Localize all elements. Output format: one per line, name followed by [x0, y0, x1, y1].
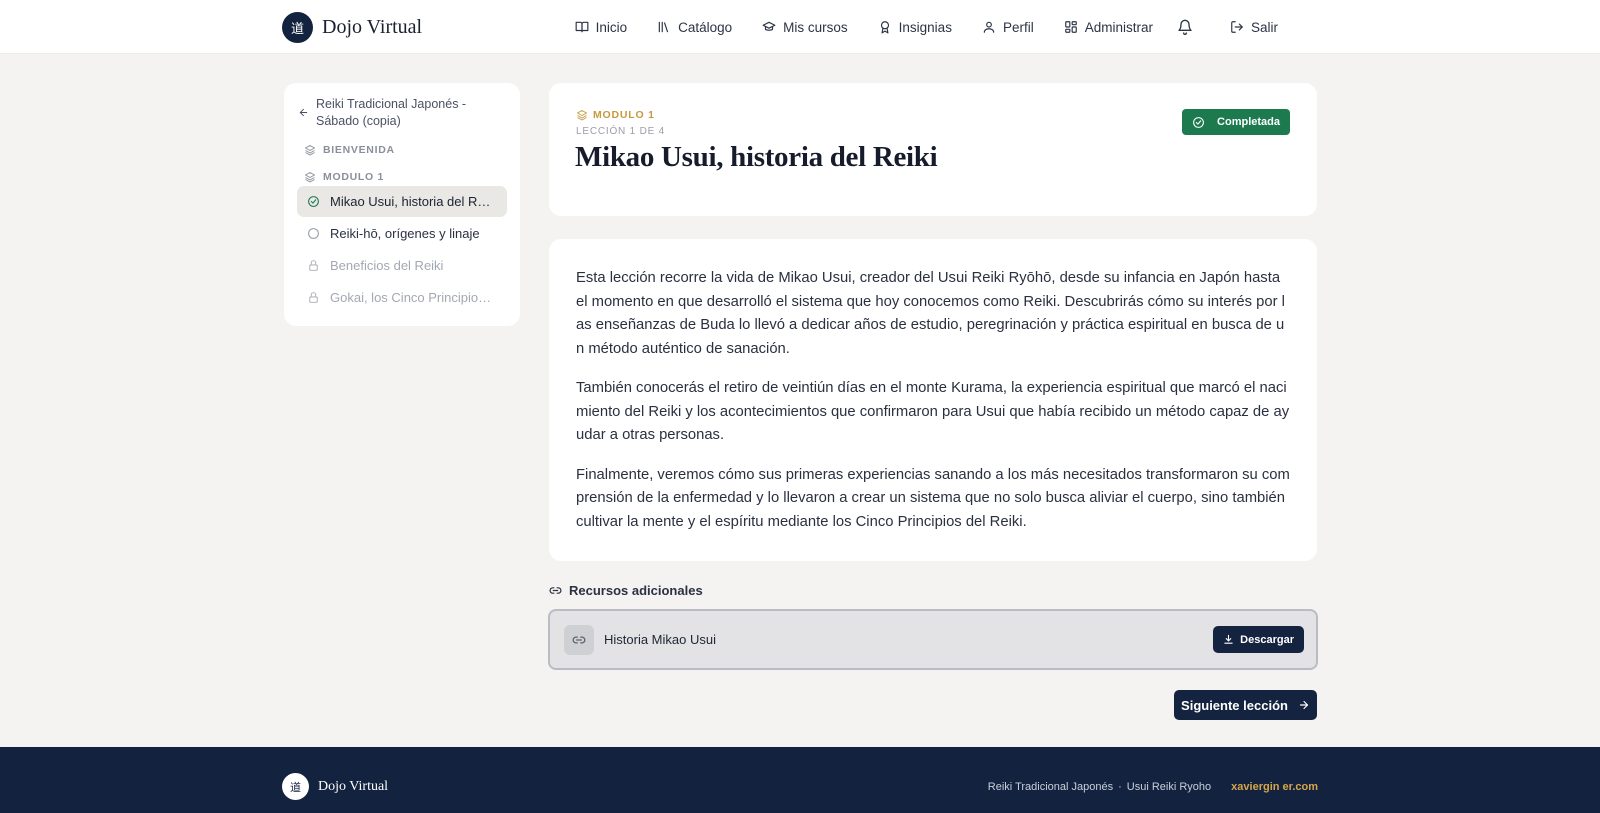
- course-title: Reiki Tradicional Japonés - Sábado (copi…: [316, 97, 467, 128]
- award-icon: [878, 20, 899, 34]
- user-icon: [982, 20, 1003, 34]
- status-badge-label: Completada: [1217, 116, 1280, 128]
- lesson-paragraph: Finalmente, veremos cómo sus primeras ex…: [576, 466, 1290, 530]
- top-navbar: 道 Dojo Virtual Inicio Catálogo Mis curso…: [0, 0, 1600, 54]
- course-sidebar: Reiki Tradicional Japonés - Sábado (copi…: [284, 83, 520, 326]
- section-label: MODULO 1: [323, 171, 385, 183]
- brand-home-link[interactable]: 道 Dojo Virtual: [282, 12, 422, 43]
- lesson-label: Mikao Usui, historia del Reiki: [330, 194, 495, 209]
- layers-icon: [576, 109, 593, 121]
- lesson-label: Beneficios del Reiki: [330, 258, 444, 273]
- graduation-cap-icon: [762, 20, 783, 34]
- nav-insignias[interactable]: Insignias: [878, 20, 952, 35]
- arrow-right-icon: [1288, 699, 1310, 711]
- bell-icon: [1177, 19, 1200, 35]
- lock-icon: [307, 259, 330, 272]
- sidebar-lesson-gokai: Gokai, los Cinco Principios del Reiki: [297, 282, 507, 313]
- brand-logo: 道: [282, 12, 313, 43]
- footer-website-link[interactable]: xaviergin er.com: [1231, 781, 1318, 793]
- link-icon: [549, 584, 569, 597]
- module-label: MODULO 1: [593, 109, 655, 121]
- lesson-header-card: MODULO 1 LECCIÓN 1 DE 4 Mikao Usui, hist…: [549, 83, 1317, 216]
- nav-salir-label: Salir: [1250, 19, 1278, 35]
- lesson-paragraph: Esta lección recorre la vida de Mikao Us…: [576, 270, 1285, 357]
- footer-brand-name: Dojo Virtual: [318, 778, 389, 794]
- nav-mis-cursos[interactable]: Mis cursos: [762, 20, 848, 35]
- nav-catalogo[interactable]: Catálogo: [657, 20, 732, 35]
- check-circle-icon: [307, 195, 330, 208]
- sidebar-lesson-reiki-ho[interactable]: Reiki-hō, orígenes y linaje: [297, 218, 507, 249]
- status-badge: Completada: [1182, 109, 1290, 135]
- nav-catalogo-label: Catálogo: [678, 19, 733, 35]
- lesson-label: Gokai, los Cinco Principios del Reiki: [330, 290, 495, 305]
- nav-inicio-label: Inicio: [595, 19, 628, 35]
- nav-perfil-label: Perfil: [1002, 19, 1034, 35]
- nav-salir[interactable]: Salir: [1230, 20, 1278, 35]
- lesson-content-card: Esta lección recorre la vida de Mikao Us…: [549, 239, 1317, 561]
- main-nav: Inicio Catálogo Mis cursos Insignias Per…: [545, 0, 1278, 54]
- lock-icon: [307, 291, 330, 304]
- resources-title: Recursos adicionales: [569, 583, 703, 598]
- download-icon: [1223, 634, 1240, 645]
- module-tag: MODULO 1: [576, 109, 655, 121]
- lesson-paragraph: También conocerás el retiro de veintiún …: [576, 380, 1290, 443]
- lesson-title: Mikao Usui, historia del Reiki: [575, 141, 938, 173]
- site-footer: 道 Dojo Virtual Reiki Tradicional Japonés…: [0, 747, 1600, 813]
- footer-separator: ·: [1118, 781, 1122, 793]
- footer-meta: Reiki Tradicional Japonés · Usui Reiki R…: [988, 781, 1318, 793]
- sidebar-lesson-beneficios: Beneficios del Reiki: [297, 250, 507, 281]
- logout-icon: [1230, 20, 1251, 34]
- download-label: Descargar: [1240, 633, 1294, 646]
- footer-brand: 道 Dojo Virtual: [282, 773, 388, 800]
- link-icon: [564, 625, 594, 655]
- footer-tag: Reiki Tradicional Japonés: [987, 781, 1114, 793]
- download-button[interactable]: Descargar: [1213, 626, 1304, 653]
- arrow-left-icon: [298, 96, 316, 130]
- resources-heading: Recursos adicionales: [549, 583, 703, 598]
- section-bienvenida[interactable]: BIENVENIDA: [304, 144, 395, 156]
- lesson-label: Reiki-hō, orígenes y linaje: [330, 226, 480, 241]
- footer-logo: 道: [282, 773, 309, 800]
- resource-item[interactable]: Historia Mikao Usui Descargar: [548, 609, 1318, 670]
- next-lesson-button[interactable]: Siguiente lección: [1174, 690, 1317, 720]
- nav-mis-cursos-label: Mis cursos: [783, 19, 848, 35]
- section-modulo-1[interactable]: MODULO 1: [304, 171, 384, 183]
- nav-insignias-label: Insignias: [898, 19, 952, 35]
- nav-inicio[interactable]: Inicio: [575, 19, 628, 35]
- check-circle-icon: [1192, 116, 1217, 129]
- brand-name: Dojo Virtual: [322, 16, 423, 38]
- notifications-button[interactable]: [1177, 19, 1200, 35]
- circle-icon: [307, 227, 330, 240]
- resource-name: Historia Mikao Usui: [604, 632, 716, 647]
- book-open-icon: [575, 20, 596, 34]
- lesson-count: LECCIÓN 1 DE 4: [576, 126, 666, 137]
- library-icon: [657, 20, 678, 34]
- nav-perfil[interactable]: Perfil: [982, 20, 1034, 35]
- sidebar-lesson-mikao-usui[interactable]: Mikao Usui, historia del Reiki: [297, 186, 507, 217]
- nav-administrar-label: Administrar: [1084, 19, 1153, 35]
- dashboard-icon: [1064, 20, 1085, 34]
- nav-administrar[interactable]: Administrar: [1064, 20, 1153, 35]
- footer-tag: Usui Reiki Ryoho: [1126, 781, 1212, 793]
- layers-icon: [304, 171, 323, 183]
- next-lesson-label: Siguiente lección: [1181, 697, 1288, 713]
- section-label: BIENVENIDA: [323, 144, 395, 156]
- layers-icon: [304, 144, 323, 156]
- back-to-course-link[interactable]: Reiki Tradicional Japonés - Sábado (copi…: [298, 96, 510, 130]
